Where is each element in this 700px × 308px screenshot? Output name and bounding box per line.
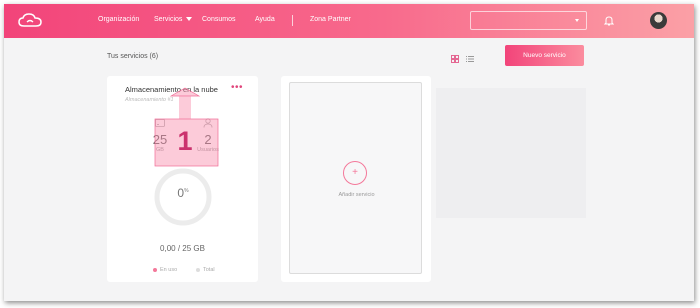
annotation-number: 1: [177, 126, 192, 156]
tutorial-annotation: 1: [154, 87, 219, 167]
app-window: Organización Servicios Consumos Ayuda Zo…: [4, 4, 694, 301]
annotation-arrow: [169, 87, 201, 97]
annotation-arrow-shaft: [179, 96, 191, 119]
